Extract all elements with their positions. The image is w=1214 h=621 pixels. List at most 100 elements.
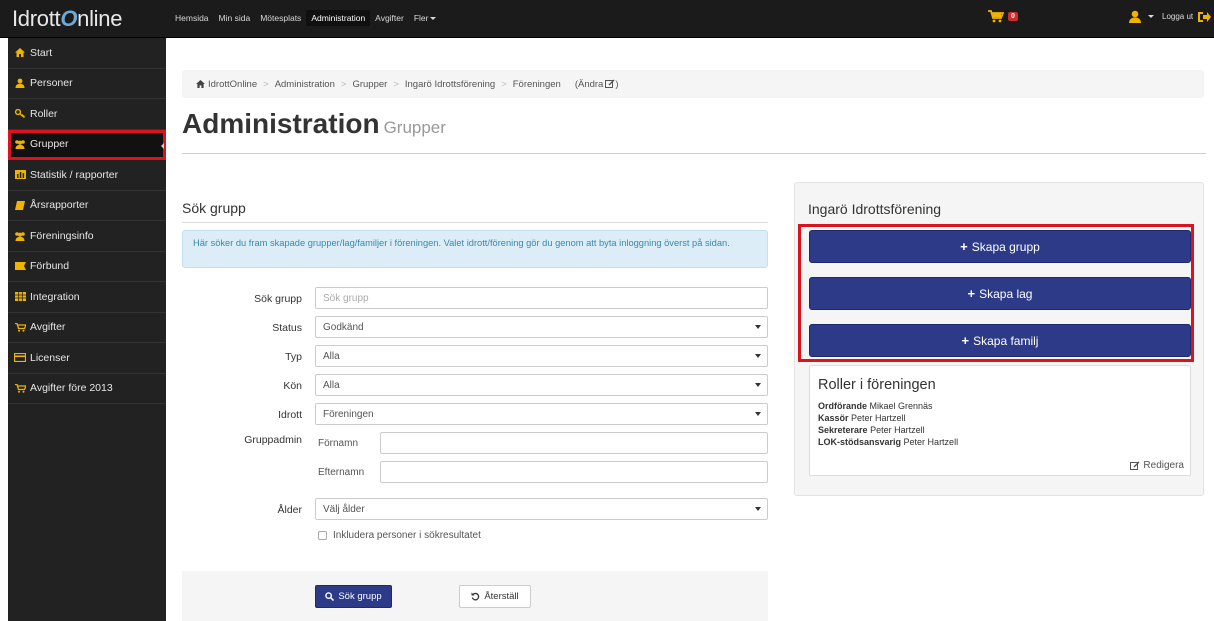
sidebar-item-forbund[interactable]: Förbund [8, 252, 166, 282]
info-alert: Här söker du fram skapade grupper/lag/fa… [182, 230, 768, 268]
breadcrumb-item-foreningen[interactable]: Föreningen [513, 79, 561, 90]
breadcrumb-separator: > [393, 78, 399, 90]
menu-item-fler[interactable]: Fler [409, 10, 442, 26]
brand-logo[interactable]: IdrottOnline [12, 6, 122, 32]
include-persons-checkbox[interactable] [318, 531, 327, 540]
breadcrumb-item-idrottonline[interactable]: IdrottOnline [208, 79, 257, 90]
role-line: LOK-stödsansvarig Peter Hartzell [818, 437, 958, 447]
firstname-input[interactable] [380, 432, 768, 454]
age-value: Välj ålder [323, 504, 365, 515]
menu-item-administration[interactable]: Administration [306, 10, 371, 26]
cart-icon [14, 322, 26, 332]
role-line: Sekreterare Peter Hartzell [818, 425, 925, 435]
sidebar-item-personer[interactable]: Personer [8, 69, 166, 99]
top-navbar: IdrottOnline Hemsida Min sida Mötesplats… [0, 0, 1214, 38]
form-row-type: Typ Alla [182, 345, 768, 369]
sidebar-item-label: Grupper [30, 138, 69, 151]
include-persons-option[interactable]: Inkludera personer i sökresultatet [315, 530, 481, 541]
club-roles-box: Roller i föreningen Ordförande Mikael Gr… [809, 365, 1191, 476]
sidebar-item-arsrapporter[interactable]: Årsrapporter [8, 191, 166, 221]
form-row-admin-firstname: Gruppadmin Förnamn [182, 432, 768, 456]
home-icon [14, 48, 26, 58]
search-group-button-label: Sök grupp [338, 591, 382, 602]
role-name: Sekreterare [818, 425, 868, 435]
sidebar-item-start[interactable]: Start [8, 38, 166, 69]
user-icon [14, 78, 26, 89]
sidebar-item-statistik[interactable]: Statistik / rapporter [8, 160, 166, 191]
breadcrumb-separator: > [263, 78, 269, 90]
sidebar-item-avgifter-fore-2013[interactable]: Avgifter före 2013 [8, 374, 166, 404]
sidebar-item-label: Förbund [30, 260, 70, 273]
create-team-button[interactable]: + Skapa lag [809, 277, 1191, 310]
sidebar-item-label: Statistik / rapporter [30, 168, 119, 181]
user-icon [1129, 10, 1141, 23]
gender-value: Alla [323, 380, 340, 391]
menu-item-avgifter[interactable]: Avgifter [370, 10, 409, 26]
create-group-button[interactable]: + Skapa grupp [809, 230, 1191, 263]
sidebar-item-licenser[interactable]: Licenser [8, 343, 166, 374]
type-select[interactable]: Alla [315, 345, 768, 367]
breadcrumb-separator: > [501, 78, 507, 90]
page-title: Administration Grupper [182, 108, 446, 140]
chevron-down-icon [755, 412, 761, 416]
menu-item-min-sida[interactable]: Min sida [214, 10, 256, 26]
breadcrumb-item-administration[interactable]: Administration [275, 79, 335, 90]
sport-select[interactable]: Föreningen [315, 403, 768, 425]
user-menu[interactable]: Logga ut [1128, 10, 1212, 23]
age-label: Ålder [277, 504, 302, 516]
edit-roles-link[interactable]: Redigera [1130, 460, 1184, 471]
edit-roles-label: Redigera [1143, 460, 1184, 471]
search-group-button[interactable]: Sök grupp [315, 585, 392, 608]
club-panel: Ingarö Idrottsförening + Skapa grupp + S… [794, 182, 1204, 496]
lastname-input[interactable] [380, 461, 768, 483]
chevron-down-icon [755, 354, 761, 358]
breadcrumb-item-club[interactable]: Ingarö Idrottsförening [405, 79, 495, 90]
chevron-down-icon [1148, 15, 1154, 18]
role-line: Kassör Peter Hartzell [818, 413, 906, 423]
status-select[interactable]: Godkänd [315, 316, 768, 338]
group-admin-label: Gruppadmin [244, 434, 302, 446]
search-group-panel: Sök grupp Här söker du fram skapade grup… [182, 196, 768, 621]
create-team-label: Skapa lag [979, 286, 1033, 301]
form-row-sport: Idrott Föreningen [182, 403, 768, 427]
brand-text-2: O [60, 6, 78, 31]
menu-item-motesplats[interactable]: Mötesplats [255, 10, 306, 26]
logout-link[interactable]: Logga ut [1162, 12, 1193, 21]
role-person: Peter Hartzell [870, 425, 925, 435]
flag-icon [14, 262, 26, 271]
type-value: Alla [323, 351, 340, 362]
sidebar-item-foreningsinfo[interactable]: Föreningsinfo [8, 221, 166, 252]
menu-item-hemsida[interactable]: Hemsida [170, 10, 214, 26]
sidebar: Start Personer Roller Grupper Statistik … [8, 38, 166, 621]
form-row-age: Ålder Välj ålder [182, 498, 768, 522]
sidebar-item-label: Personer [30, 77, 73, 90]
breadcrumb-edit-link[interactable]: (Ändra) [575, 79, 619, 90]
breadcrumb-item-grupper[interactable]: Grupper [352, 79, 387, 90]
main-content: IdrottOnline > Administration > Grupper … [166, 38, 1214, 621]
breadcrumb-separator: > [340, 78, 347, 90]
breadcrumb: IdrottOnline > Administration > Grupper … [182, 70, 1204, 98]
gender-select[interactable]: Alla [315, 374, 768, 396]
home-icon [196, 80, 205, 88]
page-title-text: Administration [182, 108, 380, 139]
form-row-admin-lastname: Efternamn [182, 461, 768, 485]
sidebar-item-avgifter[interactable]: Avgifter [8, 313, 166, 343]
breadcrumb-edit-label: (Ändra [574, 78, 604, 90]
status-label: Status [272, 322, 302, 334]
sidebar-item-integration[interactable]: Integration [8, 282, 166, 313]
logout-icon[interactable] [1197, 11, 1212, 23]
create-family-button[interactable]: + Skapa familj [809, 324, 1191, 357]
main-menu: Hemsida Min sida Mötesplats Administrati… [170, 10, 441, 26]
menu-item-fler-label: Fler [413, 13, 429, 23]
reset-button[interactable]: Återställ [459, 585, 531, 608]
group-icon [14, 231, 26, 241]
lastname-label: Efternamn [318, 467, 365, 478]
age-select[interactable]: Välj ålder [315, 498, 768, 520]
cart-button[interactable]: 0 [988, 10, 1018, 23]
form-row-status: Status Godkänd [182, 316, 768, 340]
search-group-input[interactable]: Sök grupp [315, 287, 768, 309]
form-row-gender: Kön Alla [182, 374, 768, 398]
sidebar-item-grupper[interactable]: Grupper [8, 129, 166, 160]
sidebar-item-roller[interactable]: Roller [8, 99, 166, 130]
sidebar-item-label: Avgifter [30, 321, 66, 334]
